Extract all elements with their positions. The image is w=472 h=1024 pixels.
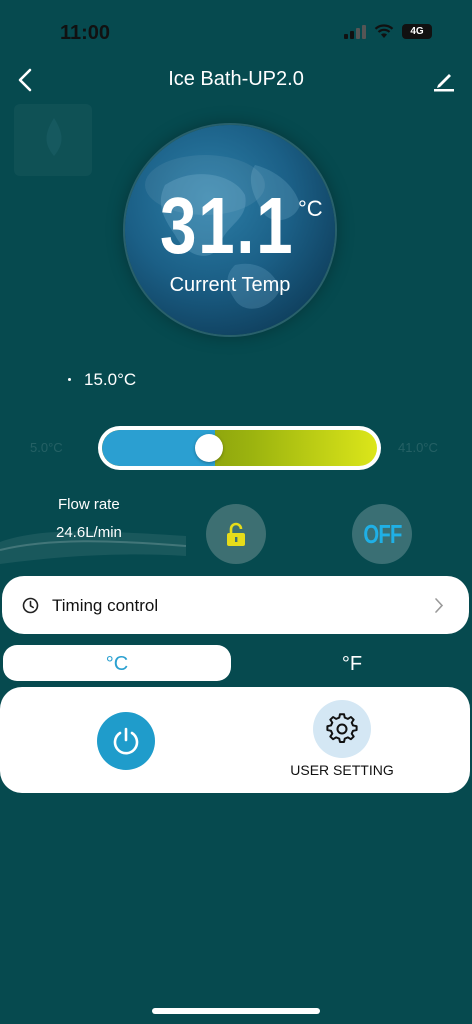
unlock-icon bbox=[227, 522, 245, 546]
chevron-right-icon bbox=[435, 598, 444, 613]
logo-watermark bbox=[14, 104, 92, 176]
status-icons: 4G bbox=[344, 24, 432, 39]
flow-rate-label: Flow rate bbox=[58, 496, 120, 513]
power-icon bbox=[113, 727, 139, 755]
clock-icon bbox=[22, 597, 39, 614]
slider-handle[interactable] bbox=[195, 434, 223, 462]
power-button[interactable] bbox=[97, 712, 155, 770]
set-point-dot bbox=[68, 378, 71, 381]
pencil-icon bbox=[434, 74, 454, 92]
temperature-unit: °C bbox=[298, 196, 323, 221]
celsius-toggle[interactable]: °C bbox=[3, 645, 231, 681]
lock-button[interactable] bbox=[206, 504, 266, 564]
temperature-slider[interactable] bbox=[98, 426, 381, 470]
edit-button[interactable] bbox=[430, 66, 458, 94]
wifi-icon bbox=[374, 24, 394, 38]
page-title: Ice Bath-UP2.0 bbox=[168, 68, 304, 90]
home-indicator[interactable] bbox=[152, 1008, 320, 1014]
signal-icon bbox=[344, 24, 366, 39]
timing-control-label: Timing control bbox=[52, 596, 159, 615]
slider-track bbox=[102, 430, 377, 466]
current-temp-label: Current Temp bbox=[169, 274, 291, 296]
current-temperature: 31.1 bbox=[160, 181, 295, 270]
fahrenheit-toggle[interactable]: °F bbox=[236, 645, 468, 681]
user-setting-label: USER SETTING bbox=[290, 762, 394, 778]
status-time: 11:00 bbox=[60, 22, 111, 44]
slider-max-label: 41.0°C bbox=[398, 440, 438, 455]
off-button[interactable]: OFF bbox=[352, 504, 412, 564]
off-label: OFF bbox=[362, 518, 402, 549]
battery-icon: 4G bbox=[402, 24, 432, 39]
slider-min-label: 5.0°C bbox=[30, 440, 63, 455]
gear-icon bbox=[326, 713, 358, 743]
set-temperature: 15.0°C bbox=[84, 370, 137, 389]
user-setting-button[interactable] bbox=[313, 700, 371, 758]
flow-rate-value: 24.6L/min bbox=[56, 524, 122, 541]
timing-control-row[interactable]: Timing control bbox=[2, 576, 469, 634]
